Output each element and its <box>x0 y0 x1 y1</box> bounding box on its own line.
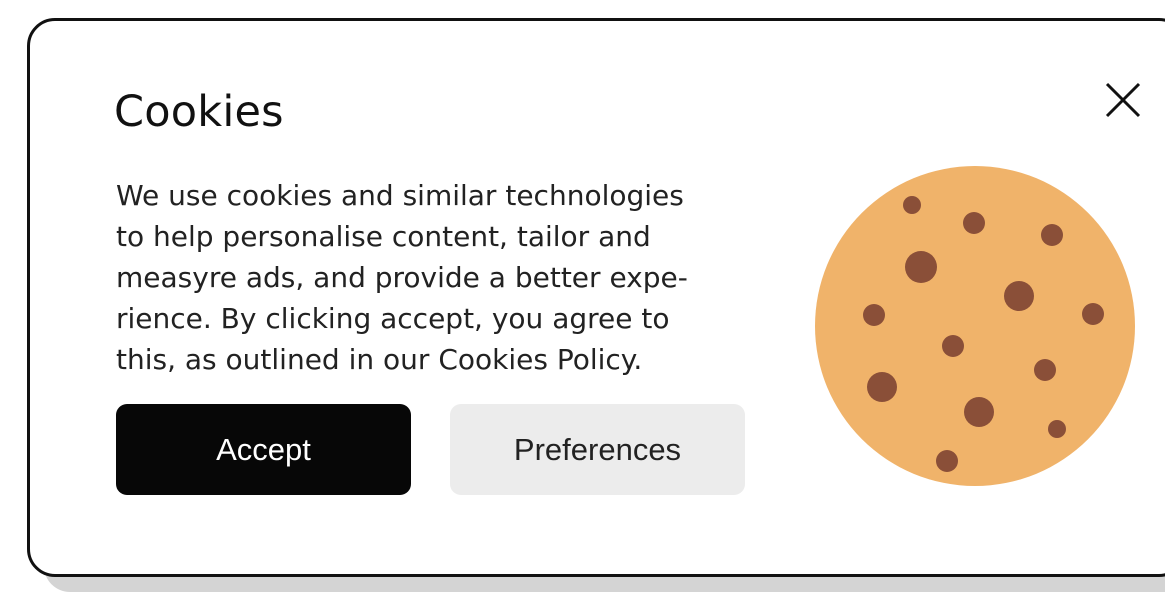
cookie-chip <box>867 372 897 402</box>
cookie-consent-dialog: Cookies We use cookies and similar techn… <box>27 18 1165 577</box>
cookie-chip <box>903 196 921 214</box>
cookie-chip <box>863 304 885 326</box>
accept-button[interactable]: Accept <box>116 404 411 495</box>
cookie-chip <box>1041 224 1063 246</box>
cookie-chip <box>1082 303 1104 325</box>
close-button[interactable] <box>1101 78 1145 122</box>
cookie-chip <box>963 212 985 234</box>
cookie-chip <box>936 450 958 472</box>
dialog-title: Cookies <box>114 87 284 137</box>
screen: Cookies We use cookies and similar techn… <box>0 0 1165 592</box>
cookie-chip <box>942 335 964 357</box>
cookie-chip <box>905 251 937 283</box>
cookie-chip <box>1048 420 1066 438</box>
close-icon <box>1105 82 1141 118</box>
cookie-chip <box>1004 281 1034 311</box>
preferences-button[interactable]: Preferences <box>450 404 745 495</box>
cookie-message: We use cookies and similar technologies … <box>116 179 688 376</box>
cookie-chip <box>964 397 994 427</box>
cookie-icon <box>815 166 1135 486</box>
cookie-chip <box>1034 359 1056 381</box>
